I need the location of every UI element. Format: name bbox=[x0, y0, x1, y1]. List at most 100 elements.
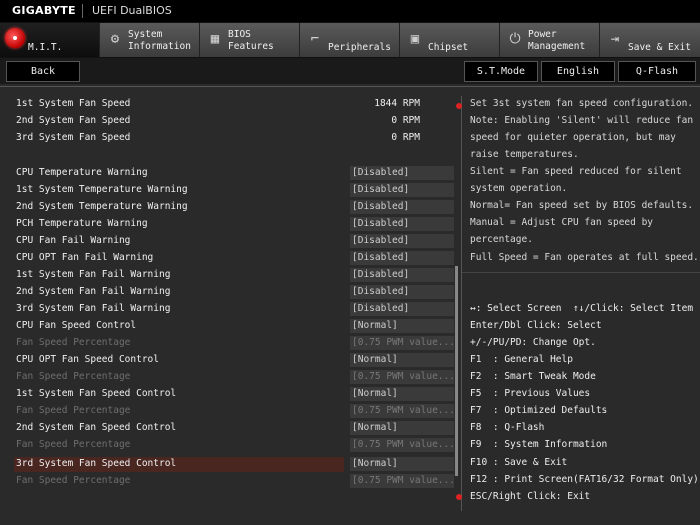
setting-value[interactable]: [Disabled] bbox=[350, 217, 454, 231]
main-tabs: M.I.T. ⚙ System Information ▦ BIOS Featu… bbox=[0, 22, 700, 58]
setting-value[interactable]: [Normal] bbox=[350, 421, 454, 435]
setting-label: Fan Speed Percentage bbox=[16, 405, 131, 416]
scroll-up-indicator[interactable] bbox=[456, 103, 462, 109]
setting-value[interactable]: [Normal] bbox=[350, 387, 454, 401]
fan-speed-value: 1844 RPM bbox=[374, 98, 420, 109]
fan-speed-label: 3rd System Fan Speed bbox=[16, 132, 131, 143]
setting-value[interactable]: [Normal] bbox=[350, 457, 454, 471]
tab-system-information[interactable]: ⚙ System Information bbox=[100, 23, 200, 57]
help-text-line: Silent = Fan speed reduced for silent bbox=[470, 166, 682, 177]
tab-label: System Information bbox=[128, 29, 191, 52]
setting-value[interactable]: [Disabled] bbox=[350, 268, 454, 282]
help-text-line: Note: Enabling 'Silent' will reduce fan bbox=[470, 115, 694, 126]
peripherals-icon: ⌐ bbox=[310, 31, 320, 47]
back-button[interactable]: Back bbox=[6, 61, 80, 82]
tab-chipset[interactable]: ▣ Chipset bbox=[400, 23, 500, 57]
setting-label[interactable]: 3rd System Fan Fail Warning bbox=[16, 303, 170, 315]
help-text-line: Set 3st system fan speed configuration. bbox=[470, 98, 694, 109]
setting-label[interactable]: 2nd System Fan Speed Control bbox=[16, 422, 176, 434]
key-help-line: F1 : General Help bbox=[470, 354, 573, 365]
fan-speed-label: 1st System Fan Speed bbox=[16, 98, 131, 109]
key-help-line: +/-/PU/PD: Change Opt. bbox=[470, 337, 596, 348]
scrollbar-thumb[interactable] bbox=[455, 266, 458, 476]
setting-label[interactable]: 1st System Temperature Warning bbox=[16, 184, 188, 196]
key-help-line: F9 : System Information bbox=[470, 439, 608, 450]
brand-divider bbox=[82, 4, 83, 18]
brand-logo: GIGABYTE bbox=[12, 4, 76, 17]
tab-label: Save & Exit bbox=[628, 42, 691, 53]
setting-value: [0.75 PWM value...] bbox=[350, 474, 454, 488]
setting-value[interactable]: [Disabled] bbox=[350, 200, 454, 214]
chipset-icon: ▣ bbox=[410, 31, 420, 47]
app-title: UEFI DualBIOS bbox=[92, 4, 172, 17]
tab-save-exit[interactable]: ⇥ Save & Exit bbox=[600, 23, 700, 57]
key-help-line: F7 : Optimized Defaults bbox=[470, 405, 608, 416]
setting-label: Fan Speed Percentage bbox=[16, 337, 131, 348]
scroll-down-indicator[interactable] bbox=[456, 494, 462, 500]
qflash-button[interactable]: Q-Flash bbox=[618, 61, 696, 82]
bios-features-icon: ▦ bbox=[210, 31, 220, 47]
key-help-line: F8 : Q-Flash bbox=[470, 422, 545, 433]
key-help-line: ESC/Right Click: Exit bbox=[470, 491, 591, 502]
setting-label: Fan Speed Percentage bbox=[16, 371, 131, 382]
setting-label[interactable]: 1st System Fan Speed Control bbox=[16, 388, 176, 400]
setting-value[interactable]: [Disabled] bbox=[350, 302, 454, 316]
help-divider bbox=[462, 272, 700, 273]
setting-label[interactable]: 2nd System Fan Fail Warning bbox=[16, 286, 170, 298]
help-text-line: Full Speed = Fan operates at full speed. bbox=[470, 252, 699, 263]
setting-value: [0.75 PWM value...] bbox=[350, 336, 454, 350]
toolbar: Back S.T.Mode English Q-Flash bbox=[0, 58, 700, 84]
tab-label: BIOS Features bbox=[228, 29, 274, 52]
setting-value[interactable]: [Disabled] bbox=[350, 166, 454, 180]
setting-label: Fan Speed Percentage bbox=[16, 475, 131, 486]
tab-label: Chipset bbox=[428, 42, 469, 53]
fan-speed-value: 0 RPM bbox=[391, 115, 420, 126]
help-text-line: Normal= Fan speed set by BIOS defaults. bbox=[470, 200, 694, 211]
key-help-line: F10 : Save & Exit bbox=[470, 457, 568, 468]
setting-value[interactable]: [Disabled] bbox=[350, 183, 454, 197]
setting-value[interactable]: [Normal] bbox=[350, 353, 454, 367]
tab-peripherals[interactable]: ⌐ Peripherals bbox=[300, 23, 400, 57]
setting-value: [0.75 PWM value...] bbox=[350, 370, 454, 384]
key-help-line: ↔: Select Screen ↑↓/Click: Select Item bbox=[470, 303, 694, 314]
setting-label[interactable]: 1st System Fan Fail Warning bbox=[16, 269, 170, 281]
tab-label: M.I.T. bbox=[28, 42, 63, 53]
setting-value[interactable]: [Disabled] bbox=[350, 285, 454, 299]
setting-value: [0.75 PWM value...] bbox=[350, 438, 454, 452]
setting-label[interactable]: 3rd System Fan Speed Control bbox=[16, 458, 176, 470]
st-mode-button[interactable]: S.T.Mode bbox=[464, 61, 538, 82]
setting-label[interactable]: CPU OPT Fan Fail Warning bbox=[16, 252, 153, 264]
key-help-line: F5 : Previous Values bbox=[470, 388, 591, 399]
setting-value[interactable]: [Normal] bbox=[350, 319, 454, 333]
tab-bios-features[interactable]: ▦ BIOS Features bbox=[200, 23, 300, 57]
tab-mit[interactable]: M.I.T. bbox=[0, 23, 100, 57]
setting-label[interactable]: CPU Fan Speed Control bbox=[16, 320, 136, 332]
help-text-line: Manual = Adjust CPU fan speed by bbox=[470, 217, 654, 228]
tab-label: Power Management bbox=[528, 29, 586, 52]
fan-speed-label: 2nd System Fan Speed bbox=[16, 115, 131, 126]
header-divider bbox=[0, 86, 700, 87]
setting-value: [0.75 PWM value...] bbox=[350, 404, 454, 418]
setting-value[interactable]: [Disabled] bbox=[350, 234, 454, 248]
setting-label[interactable]: CPU OPT Fan Speed Control bbox=[16, 354, 159, 366]
key-help-line: Enter/Dbl Click: Select bbox=[470, 320, 602, 331]
fan-speed-value: 0 RPM bbox=[391, 132, 420, 143]
tab-power-management[interactable]: ⏻ Power Management bbox=[500, 23, 600, 57]
power-icon: ⏻ bbox=[509, 31, 521, 47]
setting-label: Fan Speed Percentage bbox=[16, 439, 131, 450]
setting-label[interactable]: PCH Temperature Warning bbox=[16, 218, 148, 230]
language-button[interactable]: English bbox=[541, 61, 615, 82]
top-bar: GIGABYTE UEFI DualBIOS bbox=[0, 0, 700, 22]
key-help-line: F12 : Print Screen(FAT16/32 Format Only) bbox=[470, 474, 699, 485]
setting-label[interactable]: CPU Temperature Warning bbox=[16, 167, 148, 179]
help-text-line: percentage. bbox=[470, 234, 533, 245]
setting-label[interactable]: 2nd System Temperature Warning bbox=[16, 201, 188, 213]
exit-icon: ⇥ bbox=[610, 31, 620, 47]
setting-label[interactable]: CPU Fan Fail Warning bbox=[16, 235, 130, 247]
gear-icon: ⚙ bbox=[110, 31, 120, 47]
help-text-line: system operation. bbox=[470, 183, 568, 194]
setting-value[interactable]: [Disabled] bbox=[350, 251, 454, 265]
panel-divider bbox=[461, 96, 462, 511]
tab-label: Peripherals bbox=[328, 42, 391, 53]
help-text-line: raise temperatures. bbox=[470, 149, 579, 160]
